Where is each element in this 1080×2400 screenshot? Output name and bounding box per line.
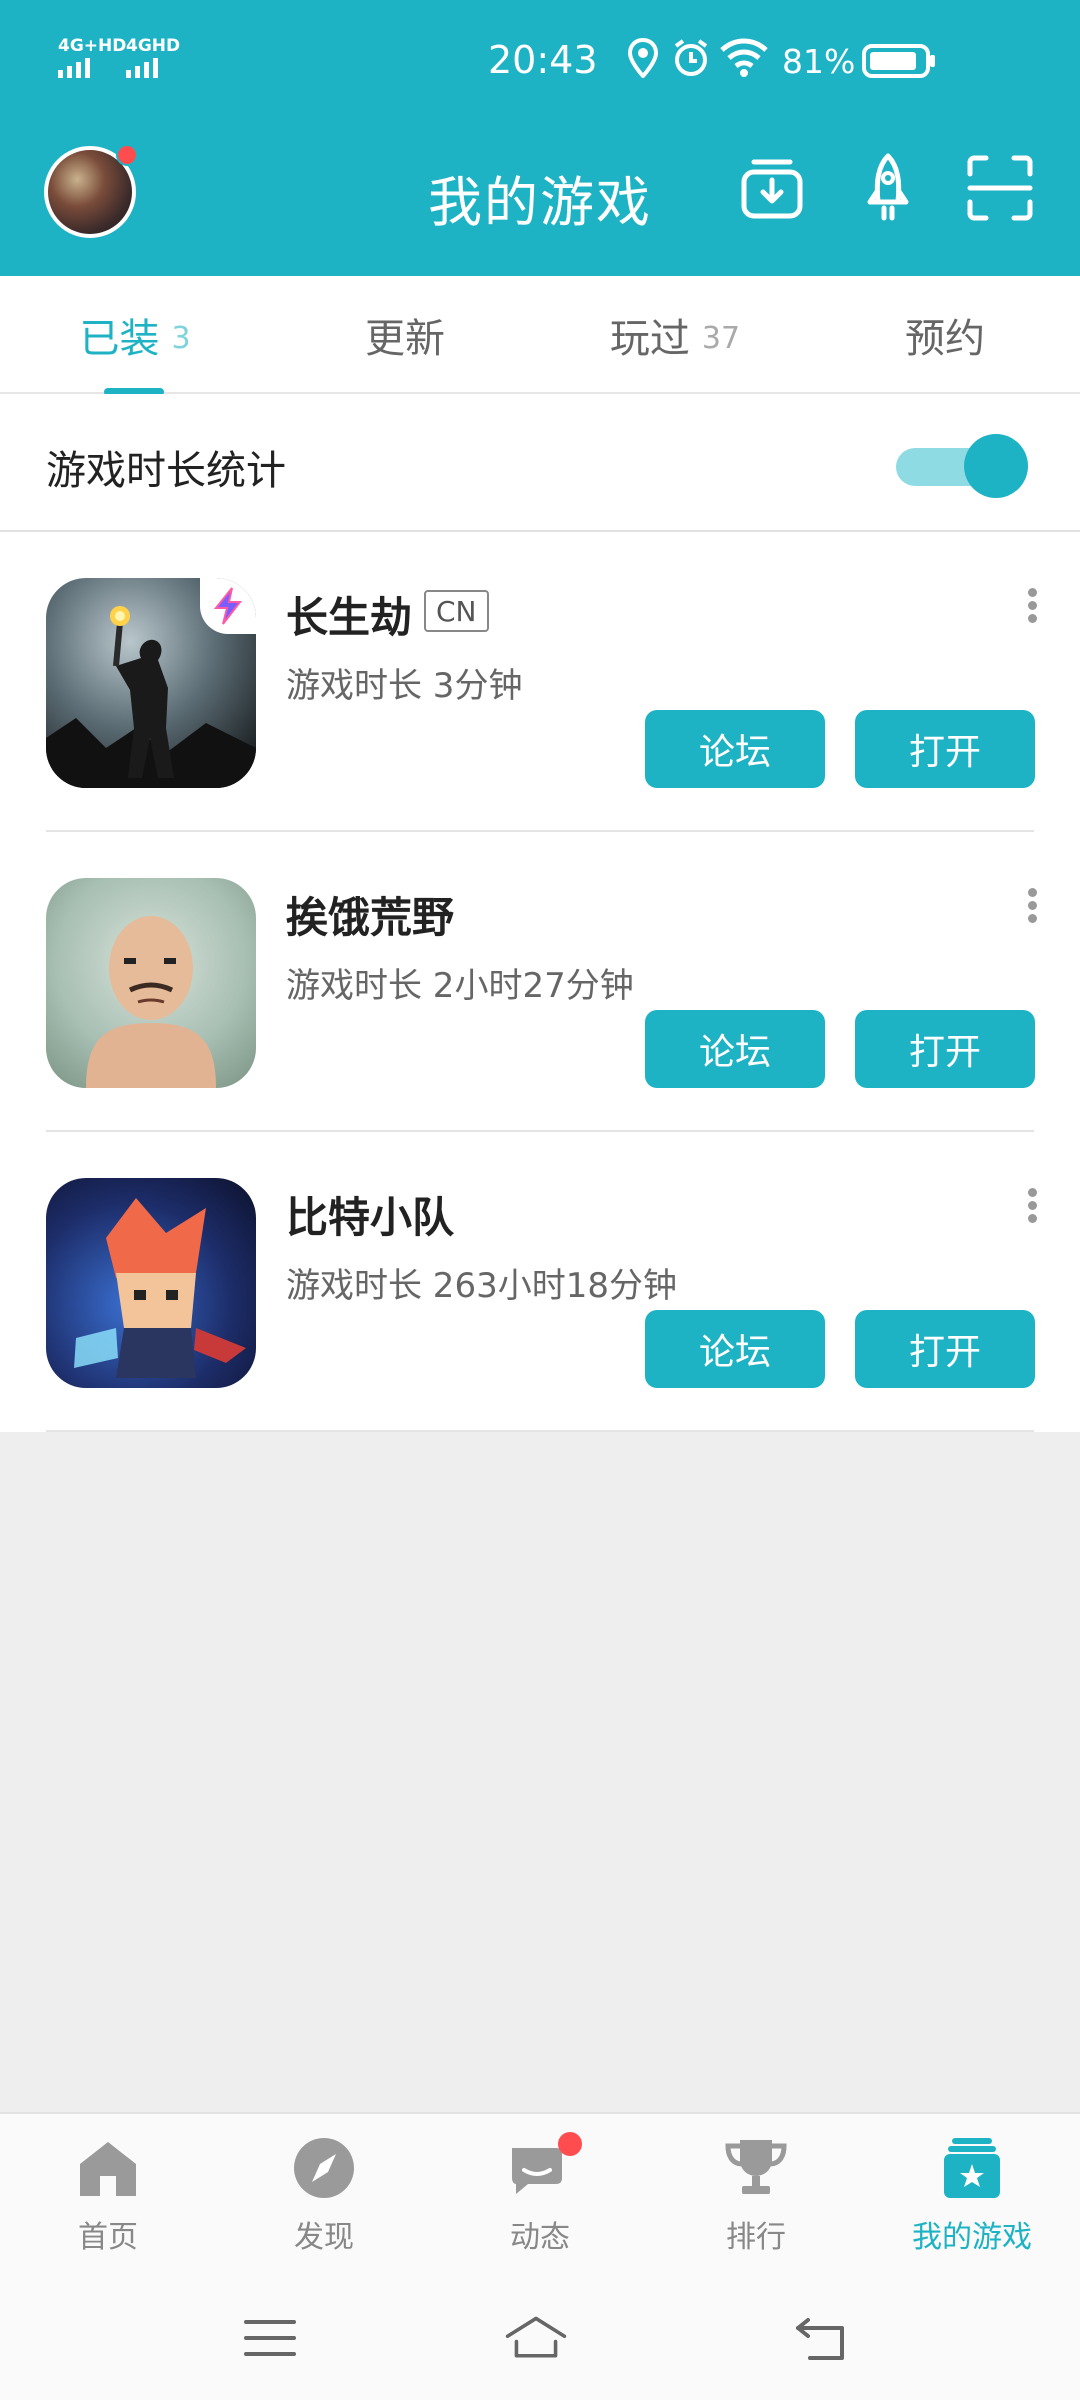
region-tag: CN bbox=[424, 590, 489, 632]
status-bar: 4G+HD 4GHD 20:43 81% bbox=[0, 0, 1080, 120]
app-header: 4G+HD 4GHD 20:43 81% 我的游戏 bbox=[0, 0, 1080, 276]
game-play-time: 游戏时长 263小时18分钟 bbox=[286, 1266, 677, 1306]
forum-button[interactable]: 论坛 bbox=[645, 1010, 825, 1088]
signal-indicator-1: 4G+HD bbox=[58, 38, 126, 78]
tab-played[interactable]: 玩过 37 bbox=[540, 276, 810, 394]
wifi-icon bbox=[720, 38, 768, 77]
game-icon-bitexiaodui[interactable] bbox=[46, 1178, 256, 1388]
nav-feed[interactable]: 动态 bbox=[432, 2132, 648, 2264]
more-options-icon[interactable] bbox=[1020, 588, 1044, 628]
game-icon-changshengjie[interactable] bbox=[46, 578, 256, 788]
signal-label-2: 4GHD bbox=[126, 36, 181, 56]
game-icon-aieyhuangye[interactable] bbox=[46, 878, 256, 1088]
battery-icon bbox=[862, 44, 935, 78]
game-name: 挨饿荒野 bbox=[286, 893, 455, 942]
tab-reservations[interactable]: 预约 bbox=[810, 276, 1080, 394]
game-name: 长生劫 bbox=[286, 593, 413, 642]
nav-discover[interactable]: 发现 bbox=[216, 2134, 432, 2264]
compass-icon bbox=[294, 2138, 354, 2198]
game-artwork bbox=[46, 878, 256, 1088]
nav-label: 首页 bbox=[78, 2220, 138, 2255]
more-options-icon[interactable] bbox=[1020, 1188, 1044, 1228]
home-button-icon[interactable] bbox=[504, 2306, 568, 2370]
my-games-icon bbox=[944, 2138, 1000, 2198]
nav-home[interactable]: 首页 bbox=[0, 2134, 216, 2264]
tab-label: 玩过 bbox=[609, 316, 690, 362]
game-play-time: 游戏时长 3分钟 bbox=[286, 666, 523, 706]
signal-bars-icon bbox=[126, 58, 158, 78]
open-button[interactable]: 打开 bbox=[855, 710, 1035, 788]
tab-label: 已装 bbox=[79, 316, 160, 362]
notification-dot bbox=[116, 144, 138, 166]
bottom-navigation: 首页 发现 动态 排行 我的游戏 bbox=[0, 2112, 1080, 2276]
back-icon[interactable] bbox=[790, 2306, 854, 2370]
page-title: 我的游戏 bbox=[428, 171, 652, 234]
tab-label: 更新 bbox=[365, 316, 445, 362]
open-button[interactable]: 打开 bbox=[855, 1010, 1035, 1088]
rocket-icon[interactable] bbox=[852, 152, 924, 224]
nav-label: 排行 bbox=[726, 2220, 786, 2255]
tab-count: 3 bbox=[171, 320, 191, 356]
tab-installed[interactable]: 已装 3 bbox=[0, 276, 270, 396]
playtime-stats-row: 游戏时长统计 bbox=[0, 394, 1080, 532]
nav-ranking[interactable]: 排行 bbox=[648, 2134, 864, 2264]
playtime-stats-label: 游戏时长统计 bbox=[46, 448, 286, 494]
game-name: 比特小队 bbox=[286, 1193, 455, 1242]
nav-label: 我的游戏 bbox=[912, 2220, 1032, 2255]
alarm-icon bbox=[674, 39, 708, 76]
game-list: 长生劫 CN 游戏时长 3分钟 论坛 打开 挨饿荒野 游戏时长 2小时27分钟 … bbox=[0, 532, 1080, 1432]
system-navigation-bar bbox=[0, 2276, 1080, 2400]
signal-bars-icon bbox=[58, 58, 90, 78]
status-time: 20:43 bbox=[488, 38, 598, 82]
tab-label: 预约 bbox=[905, 316, 985, 362]
location-icon bbox=[628, 38, 658, 78]
nav-label: 发现 bbox=[294, 2220, 354, 2255]
game-artwork bbox=[46, 1178, 256, 1388]
toggle-knob bbox=[964, 434, 1028, 498]
open-button[interactable]: 打开 bbox=[855, 1310, 1035, 1388]
tab-count: 37 bbox=[701, 320, 741, 356]
notification-dot bbox=[558, 2132, 582, 2156]
more-options-icon[interactable] bbox=[1020, 888, 1044, 928]
nav-my-games[interactable]: 我的游戏 bbox=[864, 2134, 1080, 2264]
tab-bar: 已装 3 更新 玩过 37 预约 bbox=[0, 276, 1080, 396]
boost-badge bbox=[200, 578, 256, 634]
download-icon[interactable] bbox=[736, 152, 808, 224]
lightning-icon bbox=[213, 587, 243, 625]
battery-percentage: 81% bbox=[782, 42, 856, 81]
forum-button[interactable]: 论坛 bbox=[645, 1310, 825, 1388]
menu-icon[interactable] bbox=[238, 2306, 302, 2370]
game-item[interactable]: 比特小队 游戏时长 263小时18分钟 论坛 打开 bbox=[0, 1132, 1080, 1432]
signal-label-1: 4G+HD bbox=[58, 36, 127, 56]
scan-icon[interactable] bbox=[964, 152, 1036, 224]
game-item[interactable]: 长生劫 CN 游戏时长 3分钟 论坛 打开 bbox=[0, 532, 1080, 832]
divider bbox=[46, 1430, 1034, 1432]
game-item[interactable]: 挨饿荒野 游戏时长 2小时27分钟 论坛 打开 bbox=[0, 832, 1080, 1132]
trophy-icon bbox=[725, 2140, 787, 2194]
forum-button[interactable]: 论坛 bbox=[645, 710, 825, 788]
game-play-time: 游戏时长 2小时27分钟 bbox=[286, 966, 634, 1006]
nav-label: 动态 bbox=[510, 2220, 570, 2255]
tab-updates[interactable]: 更新 bbox=[270, 276, 540, 394]
signal-indicator-2: 4GHD bbox=[126, 38, 180, 78]
playtime-stats-toggle[interactable] bbox=[896, 434, 1032, 498]
home-icon bbox=[80, 2142, 136, 2196]
user-avatar[interactable] bbox=[44, 144, 138, 238]
